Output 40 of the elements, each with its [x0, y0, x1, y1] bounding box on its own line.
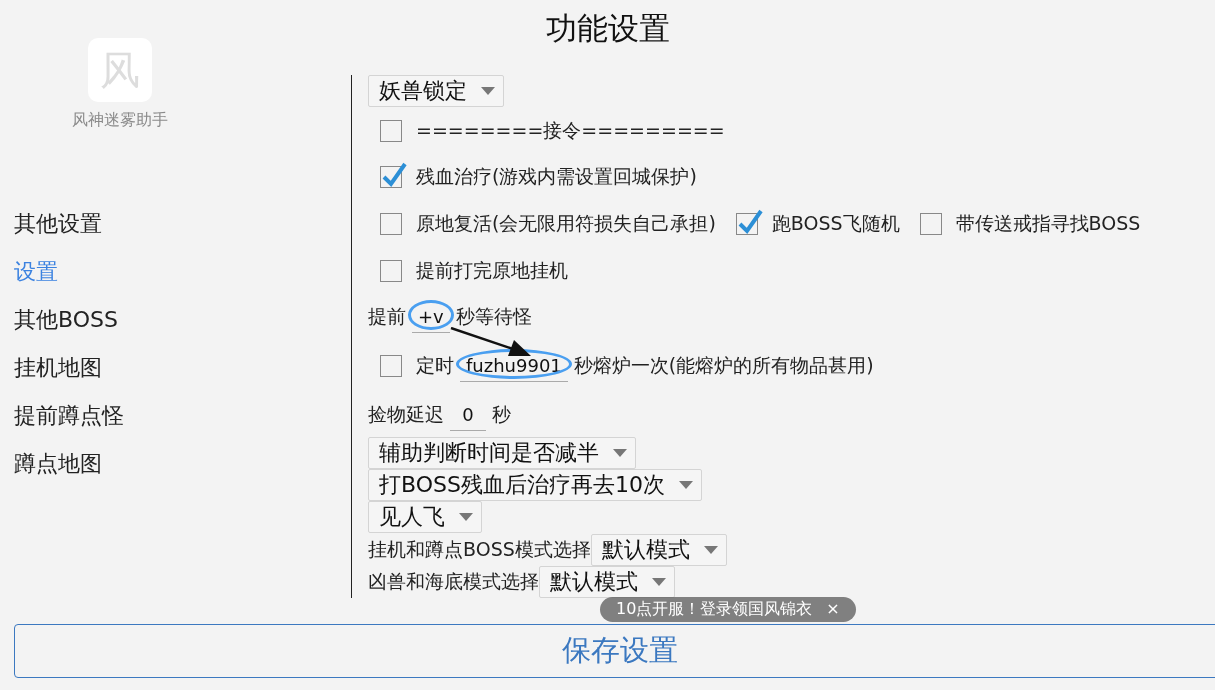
- caret-icon: [678, 481, 693, 490]
- dropdown[interactable]: 打BOSS残血后治疗再去10次: [368, 469, 702, 502]
- sidebar-item[interactable]: 提前蹲点怪: [14, 392, 124, 440]
- setting-label: 秒等待怪: [455, 303, 532, 329]
- page-title: 功能设置: [544, 9, 671, 48]
- sidebar-item[interactable]: 蹲点地图: [14, 440, 102, 488]
- setting-label: 凶兽和海底模式选择: [368, 568, 539, 594]
- dropdown[interactable]: 妖兽锁定: [368, 75, 504, 108]
- setting-label: 捡物延迟: [368, 401, 444, 427]
- dropdown[interactable]: 默认模式: [539, 565, 675, 598]
- sidebar-item[interactable]: 其他BOSS: [14, 296, 118, 344]
- checkbox-label: 提前打完原地挂机: [416, 258, 568, 284]
- caret-icon: [652, 577, 666, 586]
- setting-label: 秒熔炉一次(能熔炉的所有物品甚用): [573, 352, 874, 378]
- setting-label: 提前: [368, 303, 406, 329]
- dropdown[interactable]: 见人飞: [368, 501, 482, 534]
- toast-message: 10点开服！登录领国风锦衣: [616, 599, 813, 620]
- checkbox-label: 残血治疗(游戏内需设置回城保护): [416, 164, 697, 190]
- setting-label: 定时: [416, 352, 454, 378]
- input-field[interactable]: 0: [450, 398, 486, 432]
- caret-icon: [703, 545, 718, 554]
- app-label: 风神迷雾助手: [72, 110, 168, 131]
- save-button[interactable]: 保存设置: [14, 624, 1215, 678]
- dropdown[interactable]: 默认模式: [590, 533, 727, 566]
- checkbox-label: ========接令=========: [416, 117, 725, 143]
- caret-icon: [613, 449, 627, 458]
- setting-label: 秒: [492, 401, 511, 427]
- caret-icon: [481, 87, 495, 96]
- caret-icon: [459, 513, 473, 522]
- setting-label: 挂机和蹲点BOSS模式选择: [368, 536, 591, 562]
- checkbox-label: 跑BOSS飞随机: [771, 211, 900, 237]
- sidebar-item[interactable]: 设置: [14, 248, 58, 296]
- checkbox[interactable]: [380, 160, 408, 189]
- sidebar-item[interactable]: 挂机地图: [14, 344, 102, 392]
- checkbox[interactable]: [735, 207, 764, 236]
- sidebar-item[interactable]: 其他设置: [14, 200, 102, 248]
- close-button[interactable]: ×: [826, 599, 840, 620]
- checkbox-label: 带传送戒指寻找BOSS: [955, 211, 1141, 237]
- checkbox-label: 原地复活(会无限用符损失自己承担): [416, 211, 716, 237]
- dropdown[interactable]: 辅助判断时间是否减半: [368, 437, 636, 470]
